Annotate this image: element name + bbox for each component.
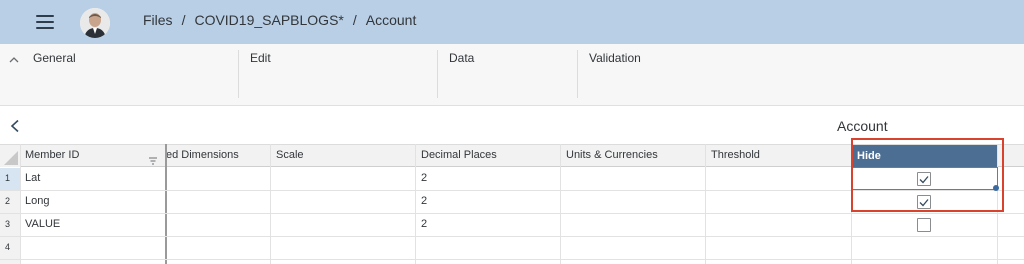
- row-number[interactable]: 3: [0, 214, 20, 236]
- group-title-general: General: [33, 51, 76, 65]
- member-id-cell[interactable]: VALUE: [20, 214, 164, 235]
- avatar[interactable]: [80, 8, 110, 38]
- group-title-edit: Edit: [250, 51, 271, 65]
- hide-checkbox[interactable]: [917, 218, 931, 232]
- breadcrumb-current: Account: [365, 12, 417, 28]
- toolbar-divider: [437, 50, 438, 98]
- column-divider: [997, 144, 998, 264]
- hide-checkbox[interactable]: [917, 172, 931, 186]
- shell-bar: Files / COVID19_SAPBLOGS* / Account: [0, 0, 1024, 44]
- row-number-overflow: [0, 260, 20, 264]
- fill-handle[interactable]: [993, 185, 999, 191]
- toolbar-group-general: General: [33, 51, 76, 65]
- column-divider: [560, 144, 561, 264]
- column-header-linked-dimensions[interactable]: ed Dimensions: [161, 145, 269, 166]
- column-divider: [270, 144, 271, 264]
- dimension-subheader: Account: [0, 106, 1024, 144]
- member-grid: Member ID ed Dimensions Scale Decimal Pl…: [0, 144, 1024, 264]
- group-title-data: Data: [449, 51, 475, 65]
- frozen-column-divider: [165, 144, 167, 264]
- column-header-units-currencies[interactable]: Units & Currencies: [561, 145, 705, 166]
- toolbar-divider: [577, 50, 578, 98]
- member-id-cell[interactable]: Lat: [20, 168, 164, 189]
- column-header-member-id[interactable]: Member ID: [20, 145, 166, 166]
- column-divider: [705, 144, 706, 264]
- column-header-decimal-places[interactable]: Decimal Places: [416, 145, 560, 166]
- decimal-places-cell[interactable]: 2: [416, 168, 560, 189]
- row-divider: [0, 236, 1024, 237]
- group-title-validation: Validation: [589, 51, 641, 65]
- column-header-threshold[interactable]: Threshold: [706, 145, 850, 166]
- dimension-title: Account: [837, 118, 888, 134]
- collapse-toolbar-icon[interactable]: [9, 55, 19, 67]
- toolbar-group-validation: Validation: [589, 51, 641, 65]
- toolbar-group-edit: Edit: [250, 51, 271, 65]
- breadcrumb-separator: /: [352, 12, 357, 28]
- grid-corner: [0, 145, 20, 167]
- column-divider: [851, 144, 852, 264]
- row-number[interactable]: 4: [0, 237, 20, 259]
- column-header-hide[interactable]: Hide: [852, 145, 998, 167]
- member-id-cell[interactable]: Long: [20, 191, 164, 212]
- row-divider: [0, 259, 1024, 260]
- toolbar-group-data: Data: [449, 51, 474, 65]
- breadcrumb: Files / COVID19_SAPBLOGS* / Account: [143, 12, 416, 28]
- breadcrumb-separator: /: [181, 12, 186, 28]
- toolbar-divider: [238, 50, 239, 98]
- menu-icon[interactable]: [36, 15, 54, 29]
- column-header-scale[interactable]: Scale: [271, 145, 415, 166]
- row-number[interactable]: 2: [0, 191, 20, 213]
- back-icon[interactable]: [9, 119, 21, 133]
- toolbar: General Edit Data Validation: [0, 44, 1024, 132]
- breadcrumb-model[interactable]: COVID19_SAPBLOGS*: [194, 12, 343, 28]
- breadcrumb-files[interactable]: Files: [143, 12, 173, 28]
- decimal-places-cell[interactable]: 2: [416, 214, 560, 235]
- hide-checkbox[interactable]: [917, 195, 931, 209]
- decimal-places-cell[interactable]: 2: [416, 191, 560, 212]
- row-number[interactable]: 1: [0, 168, 20, 190]
